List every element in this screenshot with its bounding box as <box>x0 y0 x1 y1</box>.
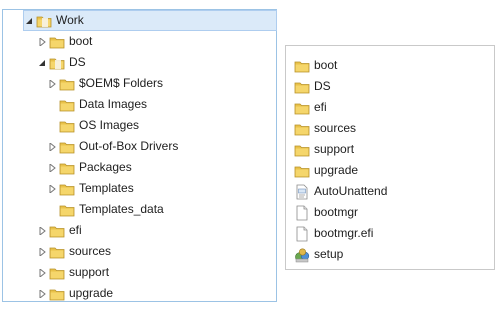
tree-item-label: Packages <box>79 160 132 174</box>
file-icon <box>294 226 310 242</box>
list-item-ds[interactable]: DS <box>294 76 331 97</box>
file-icon <box>294 205 310 221</box>
xml-file-icon <box>294 184 310 200</box>
collapsed-arrow-icon[interactable] <box>37 247 47 257</box>
tree-item-upgrade[interactable]: upgrade <box>37 283 113 304</box>
list-item-label: AutoUnattend <box>314 184 388 198</box>
folder-icon <box>59 76 75 92</box>
list-item-label: efi <box>314 100 327 114</box>
folder-icon <box>49 244 65 260</box>
list-item-upgrade[interactable]: upgrade <box>294 160 358 181</box>
tree-item-label: Out-of-Box Drivers <box>79 139 179 153</box>
list-item-label: bootmgr <box>314 205 359 219</box>
tree-item-support[interactable]: support <box>37 262 109 283</box>
folder-icon <box>294 163 310 179</box>
tree-item-label: upgrade <box>69 286 114 300</box>
collapsed-arrow-icon[interactable] <box>47 184 57 194</box>
list-item-label: upgrade <box>314 163 359 177</box>
folder-icon <box>59 202 75 218</box>
folder-icon <box>49 286 65 302</box>
folder-icon <box>36 13 52 29</box>
tree-item-templates-data[interactable]: Templates_data <box>47 199 164 220</box>
folder-icon <box>59 160 75 176</box>
tree-item-oem-folders[interactable]: $OEM$ Folders <box>47 73 163 94</box>
list-item-efi[interactable]: efi <box>294 97 327 118</box>
collapsed-arrow-icon[interactable] <box>47 142 57 152</box>
tree-item-work[interactable]: Work <box>23 10 277 31</box>
folder-icon <box>49 223 65 239</box>
folder-icon <box>59 97 75 113</box>
list-item-label: bootmgr.efi <box>314 226 374 240</box>
list-item-label: support <box>314 142 355 156</box>
list-item-bootmgr-efi[interactable]: bootmgr.efi <box>294 223 373 244</box>
file-list-pane: boot DS efi sources support upgrade Auto… <box>285 45 495 270</box>
folder-icon <box>59 118 75 134</box>
tree-item-packages[interactable]: Packages <box>47 157 132 178</box>
tree-item-label: support <box>69 265 110 279</box>
folder-icon <box>294 142 310 158</box>
list-item-label: DS <box>314 79 331 93</box>
list-item-label: sources <box>314 121 357 135</box>
tree-item-label: DS <box>69 55 86 69</box>
tree-item-label: sources <box>69 244 112 258</box>
tree-item-label: $OEM$ Folders <box>79 76 164 90</box>
folder-icon <box>59 139 75 155</box>
tree-item-boot[interactable]: boot <box>37 31 92 52</box>
list-item-support[interactable]: support <box>294 139 354 160</box>
tree-item-out-of-box-drivers[interactable]: Out-of-Box Drivers <box>47 136 178 157</box>
list-item-setup[interactable]: setup <box>294 244 343 265</box>
tree-item-label: OS Images <box>79 118 140 132</box>
tree-item-sources[interactable]: sources <box>37 241 111 262</box>
expanded-arrow-icon[interactable] <box>37 58 47 68</box>
folder-icon <box>294 121 310 137</box>
list-item-bootmgr[interactable]: bootmgr <box>294 202 358 223</box>
tree-item-label: efi <box>69 223 82 237</box>
list-item-autounattend[interactable]: AutoUnattend <box>294 181 387 202</box>
tree-item-label: Data Images <box>79 97 148 111</box>
collapsed-arrow-icon[interactable] <box>47 163 57 173</box>
collapsed-arrow-icon[interactable] <box>37 226 47 236</box>
tree-item-os-images[interactable]: OS Images <box>47 115 139 136</box>
collapsed-arrow-icon[interactable] <box>47 79 57 89</box>
expanded-arrow-icon[interactable] <box>24 16 34 26</box>
folder-tree-pane: Work boot DS $OEM$ Folders Data Images O… <box>2 9 277 302</box>
tree-item-label: Templates_data <box>79 202 164 216</box>
folder-icon <box>49 55 65 71</box>
collapsed-arrow-icon[interactable] <box>37 37 47 47</box>
list-item-label: setup <box>314 247 344 261</box>
tree-item-label: Templates <box>79 181 134 195</box>
tree-item-label: Work <box>56 13 84 27</box>
tree-item-data-images[interactable]: Data Images <box>47 94 147 115</box>
folder-icon <box>294 58 310 74</box>
collapsed-arrow-icon[interactable] <box>37 268 47 278</box>
tree-item-templates[interactable]: Templates <box>47 178 134 199</box>
setup-icon <box>294 247 310 263</box>
list-item-label: boot <box>314 58 338 72</box>
tree-item-ds[interactable]: DS <box>37 52 86 73</box>
tree-item-label: boot <box>69 34 93 48</box>
list-item-boot[interactable]: boot <box>294 55 337 76</box>
folder-icon <box>294 79 310 95</box>
collapsed-arrow-icon[interactable] <box>37 289 47 299</box>
list-item-sources[interactable]: sources <box>294 118 356 139</box>
tree-item-efi[interactable]: efi <box>37 220 82 241</box>
folder-icon <box>294 100 310 116</box>
folder-icon <box>49 34 65 50</box>
folder-icon <box>59 181 75 197</box>
folder-icon <box>49 265 65 281</box>
